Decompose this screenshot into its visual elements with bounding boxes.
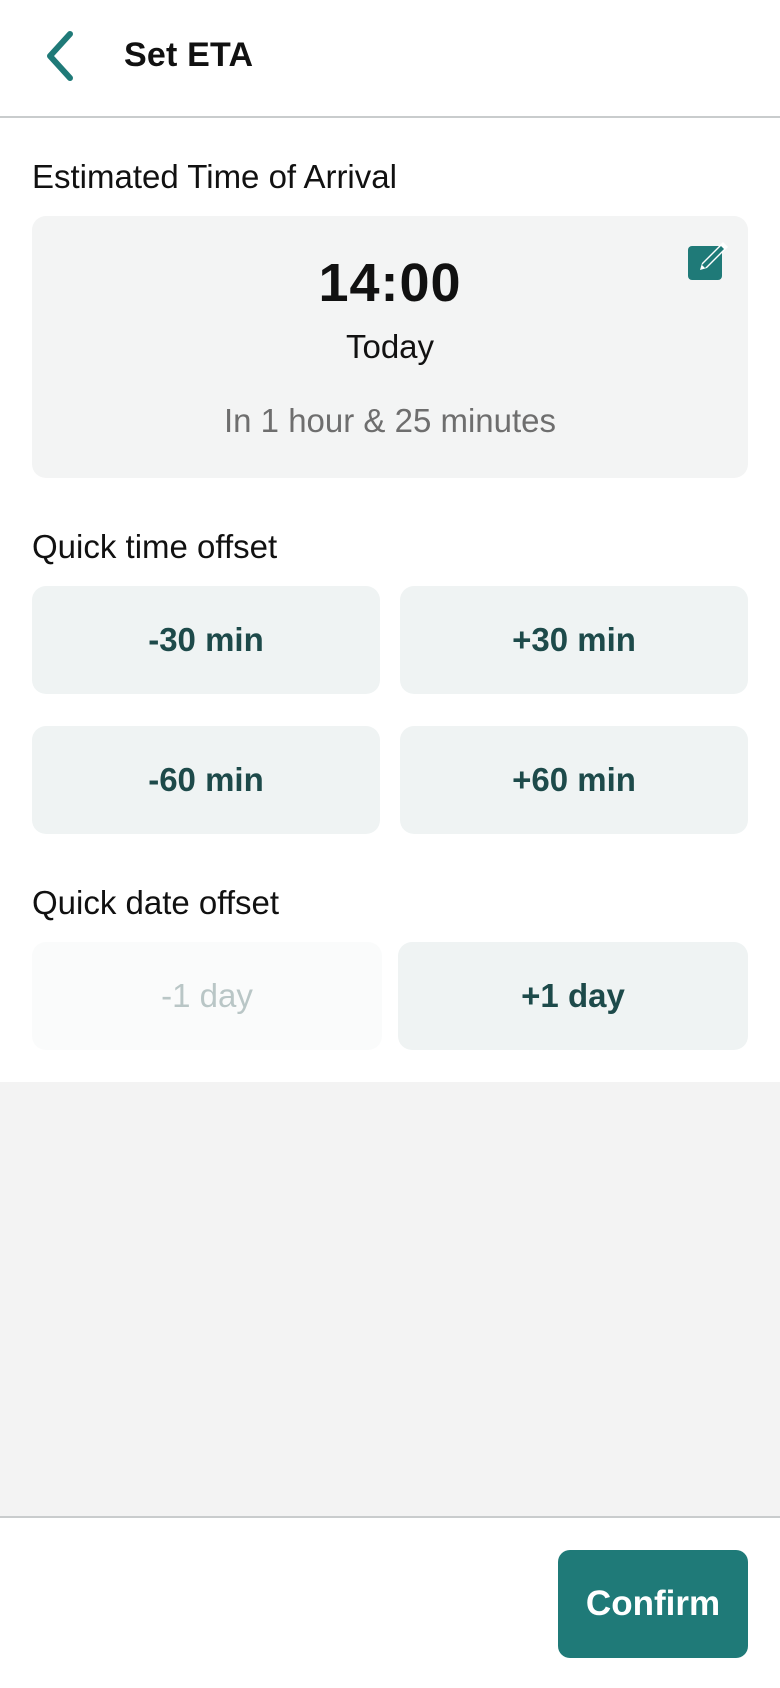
chevron-left-icon — [40, 28, 80, 89]
plus-60-min-button[interactable]: +60 min — [400, 726, 748, 834]
eta-section-label: Estimated Time of Arrival — [32, 158, 397, 195]
eta-card: 14:00 Today In 1 hour & 25 minutes — [32, 216, 748, 478]
date-offset-label: Quick date offset — [32, 884, 280, 921]
page-title: Set ETA — [124, 36, 254, 74]
empty-area — [0, 1082, 780, 1516]
edit-pencil-icon — [686, 242, 732, 288]
edit-eta-button[interactable] — [686, 238, 732, 284]
eta-day: Today — [345, 328, 435, 365]
minus-1-day-button: -1 day — [32, 942, 382, 1050]
header-bar: Set ETA — [0, 0, 780, 118]
eta-relative-time: In 1 hour & 25 minutes — [223, 402, 557, 439]
minus-60-min-button[interactable]: -60 min — [32, 726, 380, 834]
plus-30-min-button[interactable]: +30 min — [400, 586, 748, 694]
confirm-button[interactable]: Confirm — [558, 1550, 748, 1658]
plus-1-day-button[interactable]: +1 day — [398, 942, 748, 1050]
eta-time: 14:00 — [318, 253, 462, 313]
main-content: Estimated Time of Arrival 14:00 Today In… — [0, 120, 780, 1082]
time-offset-label: Quick time offset — [32, 528, 278, 565]
app-screen: Set ETA Estimated Time of Arrival 14:00 … — [0, 0, 780, 1688]
minus-30-min-button[interactable]: -30 min — [32, 586, 380, 694]
back-button[interactable] — [28, 26, 92, 90]
footer-bar: Confirm — [0, 1516, 780, 1688]
